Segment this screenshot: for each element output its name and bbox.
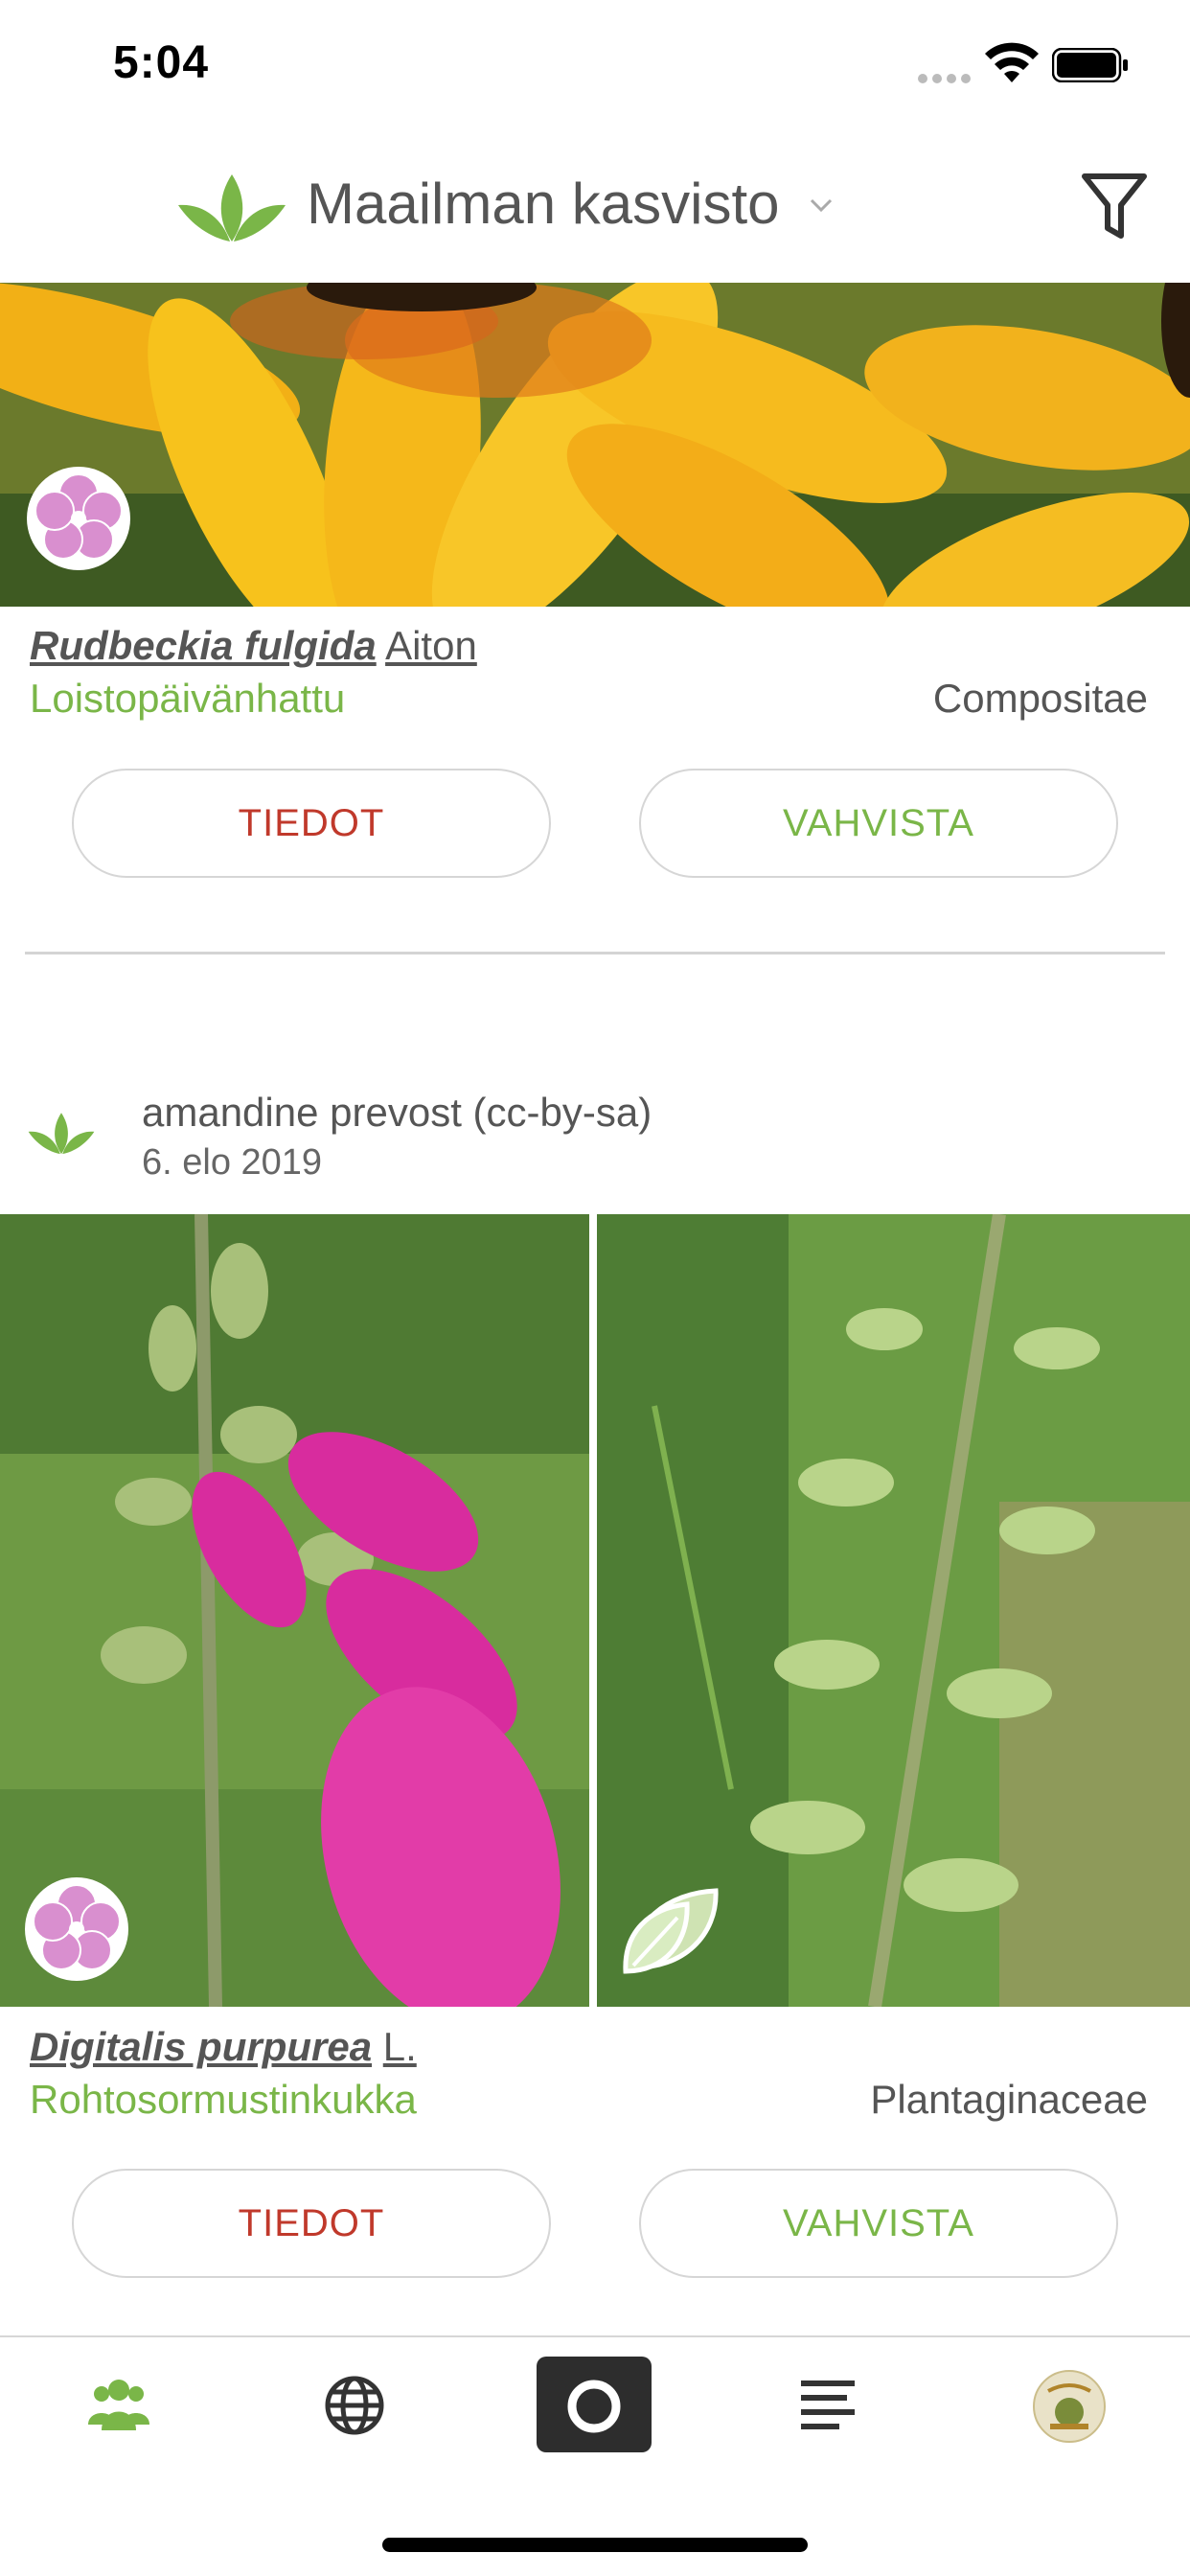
filter-icon[interactable] [1081,163,1148,249]
rudbeckia-photo [0,283,1190,607]
globe-icon [325,2376,384,2435]
observation-date: 6. elo 2019 [142,1142,323,1183]
wifi-icon [985,42,1039,82]
flower-organ-icon [27,467,130,570]
confirm-button[interactable]: VAHVISTA [639,2169,1118,2278]
chevron-down-icon[interactable] [808,192,835,218]
plantnet-leaf-icon [178,174,286,242]
signal-icon [918,71,975,83]
flora-selector-title[interactable]: Maailman kasvisto [307,171,780,237]
observation-author: amandine prevost (cc-by-sa) [142,1090,652,1135]
battery-icon [1052,48,1128,82]
people-icon [88,2380,149,2430]
scientific-name-link[interactable]: Digitalis purpurea L. [30,2024,417,2070]
info-button[interactable]: TIEDOT [72,2169,551,2278]
observation-photo-leaf[interactable] [597,1214,1190,2007]
family-name: Compositae [932,676,1148,721]
status-time: 5:04 [113,37,210,88]
info-button[interactable]: TIEDOT [72,769,551,878]
scientific-author: L. [382,2024,417,2069]
camera-icon [567,2380,621,2433]
leaf-organ-icon [623,1888,719,1974]
scientific-name: Rudbeckia fulgida [30,623,377,668]
profile-avatar [1033,2370,1106,2443]
observation-photo-flower[interactable] [0,1214,589,2007]
confirm-button[interactable]: VAHVISTA [639,769,1118,878]
observation-photo-rudbeckia[interactable] [0,283,1190,607]
flower-organ-icon [25,1877,128,1981]
tab-profile[interactable] [1033,2370,1106,2443]
status-bar: 5:04 [0,0,1190,125]
home-indicator [382,2538,808,2552]
scientific-name-link[interactable]: Rudbeckia fulgida Aiton [30,623,477,669]
scientific-author: Aiton [385,623,477,668]
common-name: Rohtosormustinkukka [30,2077,417,2122]
observation-divider [25,952,1165,954]
list-icon [801,2380,855,2429]
app-header: Maailman kasvisto [0,153,1190,283]
tab-camera[interactable] [537,2357,652,2452]
tab-projects[interactable] [791,2374,864,2437]
plantnet-leaf-icon [28,1113,95,1155]
tab-community[interactable] [80,2372,157,2439]
scientific-name: Digitalis purpurea [30,2024,373,2069]
common-name: Loistopäivänhattu [30,676,346,721]
family-name: Plantaginaceae [870,2077,1148,2122]
observation-photos-digitalis [0,1214,1190,2007]
tab-explore[interactable] [318,2369,391,2442]
